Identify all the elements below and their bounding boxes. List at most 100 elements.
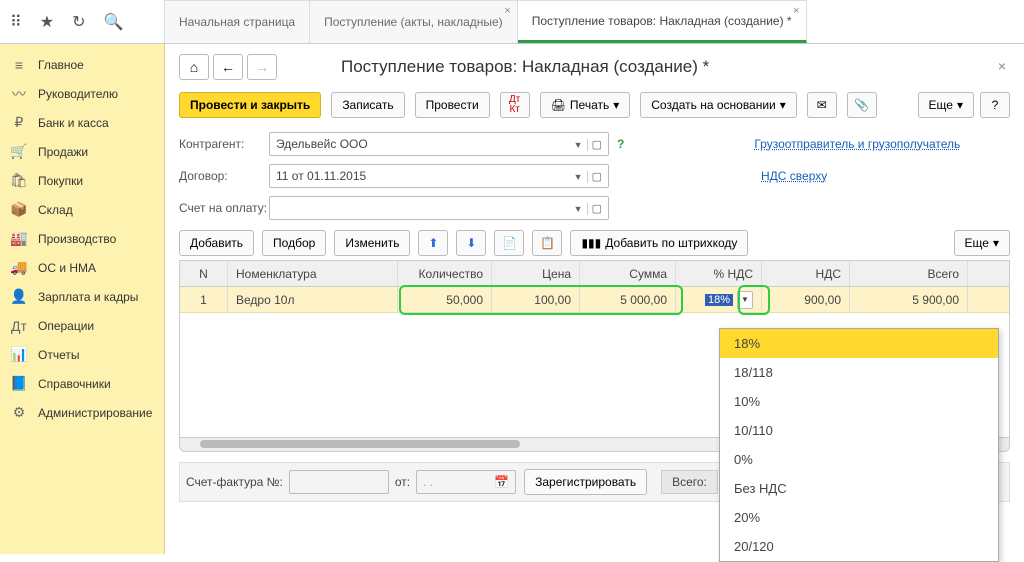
- cell-n[interactable]: 1: [180, 287, 228, 312]
- print-button[interactable]: 🖨 Печать ▾: [540, 92, 631, 118]
- truck-icon: 🚚: [10, 259, 28, 276]
- scroll-thumb[interactable]: [200, 440, 520, 448]
- sidebar-item-label: ОС и НМА: [38, 261, 96, 275]
- help-button[interactable]: ?: [980, 92, 1010, 118]
- dropdown-item[interactable]: 18%: [720, 329, 998, 358]
- shipper-link[interactable]: Грузоотправитель и грузополучатель: [754, 137, 960, 151]
- dropdown-item[interactable]: 18/118: [720, 358, 998, 387]
- dropdown-item[interactable]: 10%: [720, 387, 998, 416]
- close-icon[interactable]: ×: [793, 5, 799, 17]
- attach-button[interactable]: 📎: [847, 92, 877, 118]
- chevron-down-icon[interactable]: ▼: [737, 291, 753, 309]
- sidebar-item-bank[interactable]: ₽Банк и касса: [0, 108, 164, 137]
- col-sum[interactable]: Сумма: [580, 261, 676, 286]
- contract-input[interactable]: 11 от 01.11.2015▼▢: [269, 164, 609, 188]
- cell-total[interactable]: 5 900,00: [850, 287, 968, 312]
- sidebar-item-admin[interactable]: ⚙ Администрирование: [0, 398, 164, 427]
- person-icon: 👤: [10, 288, 28, 305]
- more-button[interactable]: Еще ▾: [918, 92, 974, 118]
- bag-icon: 🛍: [10, 172, 28, 189]
- sidebar-item-production[interactable]: 🏭Производство: [0, 224, 164, 253]
- dt-kt-button[interactable]: ДтКт: [500, 92, 530, 118]
- post-close-button[interactable]: Провести и закрыть: [179, 92, 321, 118]
- sidebar-item-warehouse[interactable]: 📦Склад: [0, 195, 164, 224]
- table-toolbar: Добавить Подбор Изменить ⬆ ⬇ 📄 📋 ▮▮▮ Доб…: [179, 230, 1010, 256]
- cell-sum[interactable]: 5 000,00: [580, 287, 676, 312]
- sidebar-item-label: Склад: [38, 203, 73, 217]
- register-button[interactable]: Зарегистрировать: [524, 469, 647, 495]
- star-icon[interactable]: ★: [40, 12, 54, 32]
- sidebar-item-label: Администрирование: [38, 406, 152, 420]
- table-row[interactable]: 1 Ведро 10л 50,000 100,00 5 000,00 18%▼ …: [180, 287, 1009, 313]
- search-icon[interactable]: 🔍: [103, 12, 123, 32]
- paste-button[interactable]: 📋: [532, 230, 562, 256]
- tab-receipts[interactable]: Поступление (акты, накладные)×: [310, 0, 518, 43]
- sidebar-item-salary[interactable]: 👤Зарплата и кадры: [0, 282, 164, 311]
- col-price[interactable]: Цена: [492, 261, 580, 286]
- col-ndsval[interactable]: НДС: [762, 261, 850, 286]
- dropdown-item[interactable]: 10/110: [720, 416, 998, 445]
- dropdown-item[interactable]: 20/120: [720, 532, 998, 561]
- col-nds[interactable]: % НДС: [676, 261, 762, 286]
- sidebar-item-label: Продажи: [38, 145, 88, 159]
- edit-button[interactable]: Изменить: [334, 230, 410, 256]
- write-button[interactable]: Записать: [331, 92, 404, 118]
- tab-label: Начальная страница: [179, 15, 295, 29]
- sidebar-item-purchases[interactable]: 🛍 Покупки: [0, 166, 164, 195]
- cart-icon: 🛒: [10, 143, 28, 160]
- close-document-icon[interactable]: ×: [998, 58, 1006, 74]
- counterparty-input[interactable]: Эдельвейс ООО▼▢: [269, 132, 609, 156]
- create-based-button[interactable]: Создать на основании ▾: [640, 92, 797, 118]
- barcode-button[interactable]: ▮▮▮ Добавить по штрихкоду: [570, 230, 748, 256]
- sf-number-input[interactable]: [289, 470, 389, 494]
- sidebar-item-label: Покупки: [38, 174, 83, 188]
- home-button[interactable]: ⌂: [179, 54, 209, 80]
- cell-ndsval[interactable]: 900,00: [762, 287, 850, 312]
- col-n[interactable]: N: [180, 261, 228, 286]
- add-button[interactable]: Добавить: [179, 230, 254, 256]
- topbar-icons: ⠿ ★ ↻ 🔍: [0, 0, 165, 43]
- sidebar-item-label: Руководителю: [38, 87, 118, 101]
- table-more-button[interactable]: Еще ▾: [954, 230, 1010, 256]
- cell-price[interactable]: 100,00: [492, 287, 580, 312]
- forward-button[interactable]: →: [247, 54, 277, 80]
- history-icon[interactable]: ↻: [72, 12, 85, 32]
- sidebar-item-catalogs[interactable]: 📘Справочники: [0, 369, 164, 398]
- tab-document[interactable]: Поступление товаров: Накладная (создание…: [518, 0, 807, 43]
- move-up-button[interactable]: ⬆: [418, 230, 448, 256]
- cell-qty[interactable]: 50,000: [398, 287, 492, 312]
- post-button[interactable]: Провести: [415, 92, 490, 118]
- sidebar-item-label: Операции: [38, 319, 94, 333]
- copy-button[interactable]: 📄: [494, 230, 524, 256]
- pick-button[interactable]: Подбор: [262, 230, 326, 256]
- back-button[interactable]: ←: [213, 54, 243, 80]
- invoice-input[interactable]: ▼▢: [269, 196, 609, 220]
- dropdown-item[interactable]: 20%: [720, 503, 998, 532]
- dropdown-item[interactable]: Без НДС: [720, 474, 998, 503]
- cell-nom[interactable]: Ведро 10л: [228, 287, 398, 312]
- tab-label: Поступление (акты, накладные): [324, 15, 503, 29]
- nds-link[interactable]: НДС сверху: [761, 169, 827, 183]
- col-qty[interactable]: Количество: [398, 261, 492, 286]
- sidebar-item-operations[interactable]: ДтОперации: [0, 311, 164, 340]
- gear-icon: ⚙: [10, 404, 28, 421]
- tab-home[interactable]: Начальная страница: [165, 0, 310, 43]
- dropdown-item[interactable]: 0%: [720, 445, 998, 474]
- cell-nds[interactable]: 18%▼: [676, 287, 762, 312]
- sidebar-item-reports[interactable]: 📊Отчеты: [0, 340, 164, 369]
- col-total[interactable]: Всего: [850, 261, 968, 286]
- move-down-button[interactable]: ⬇: [456, 230, 486, 256]
- sidebar-item-main[interactable]: ≡Главное: [0, 50, 164, 79]
- apps-icon[interactable]: ⠿: [10, 12, 22, 32]
- help-icon[interactable]: ?: [617, 137, 624, 151]
- sidebar-item-assets[interactable]: 🚚 ОС и НМА: [0, 253, 164, 282]
- col-nom[interactable]: Номенклатура: [228, 261, 398, 286]
- sidebar-item-sales[interactable]: 🛒 Продажи: [0, 137, 164, 166]
- close-icon[interactable]: ×: [504, 5, 510, 17]
- contract-label: Договор:: [179, 169, 269, 183]
- nds-dropdown: 18% 18/118 10% 10/110 0% Без НДС 20% 20/…: [719, 328, 999, 562]
- mail-button[interactable]: ✉: [807, 92, 837, 118]
- sf-date-input[interactable]: . .📅: [416, 470, 516, 494]
- counterparty-label: Контрагент:: [179, 137, 269, 151]
- sidebar-item-manager[interactable]: 〰Руководителю: [0, 79, 164, 108]
